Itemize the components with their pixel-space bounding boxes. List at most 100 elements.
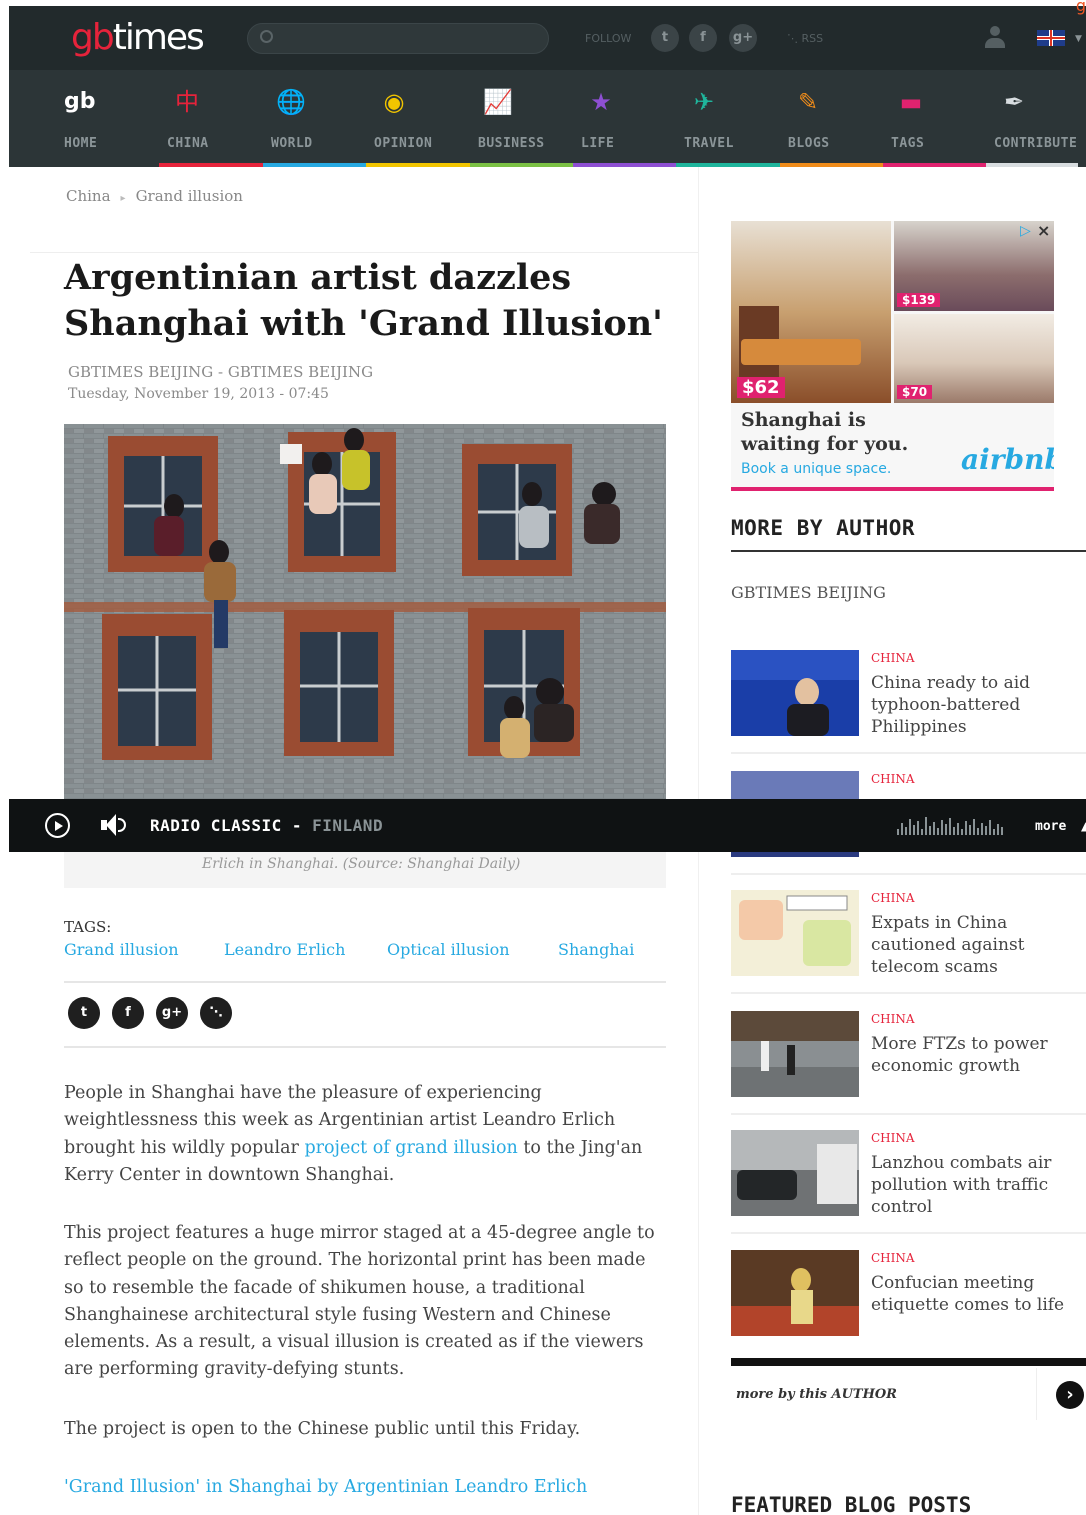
googleplus-icon[interactable]: g+ — [729, 24, 757, 52]
breadcrumb-current: Grand illusion — [135, 187, 243, 205]
station-separator: - — [281, 816, 313, 835]
radio-more-button[interactable]: more — [1035, 819, 1066, 834]
nav-label: HOME — [64, 136, 98, 151]
search-input[interactable] — [282, 28, 537, 50]
airbnb-ad[interactable]: $62 $139 $70 ▷ × Shanghai is waiting for… — [731, 221, 1054, 491]
article-paragraph: The project is open to the Chinese publi… — [64, 1419, 581, 1439]
world-icon: 🌐 — [276, 88, 306, 116]
photo-caption: Erlich in Shanghai. (Source: Shanghai Da… — [202, 856, 521, 872]
item-title[interactable]: Lanzhou combats air pollution with traff… — [871, 1152, 1076, 1218]
article-paragraph: This project features a huge mirror stag… — [64, 1223, 655, 1380]
volume-icon[interactable] — [101, 813, 131, 837]
nav-color-bar — [263, 163, 367, 167]
rss-link[interactable]: ⋱ RSS — [787, 32, 823, 45]
share-rss-icon[interactable]: ⋱ — [200, 997, 232, 1029]
item-category[interactable]: CHINA — [871, 891, 915, 905]
nav-color-bar — [676, 163, 780, 167]
chevron-down-icon[interactable]: ▼ — [1075, 34, 1082, 44]
section-heading: FEATURED BLOG POSTS — [731, 1493, 972, 1515]
list-item[interactable]: CHINA Confucian meeting etiquette comes … — [731, 1250, 1086, 1336]
blogs-icon: ✎ — [797, 88, 819, 116]
site-logo[interactable]: gbtimes — [71, 20, 205, 56]
travel-icon: ✈ — [693, 88, 715, 116]
list-item[interactable]: CHINA Expats in China cautioned against … — [731, 890, 1086, 995]
twitter-icon[interactable]: t — [651, 24, 679, 52]
author-name[interactable]: GBTIMES BEIJING — [731, 583, 886, 602]
breadcrumb-section[interactable]: China — [66, 187, 111, 205]
share-facebook-icon[interactable]: f — [112, 997, 144, 1029]
nav-color-bar — [56, 163, 160, 167]
list-item[interactable]: CHINA China ready to aid typhoon-battere… — [731, 650, 1086, 755]
item-category[interactable]: CHINA — [871, 772, 915, 786]
list-item[interactable]: CHINA Lanzhou combats air pollution with… — [731, 1130, 1086, 1235]
share-twitter-icon[interactable]: t — [68, 997, 100, 1029]
thumbnail-image — [731, 1011, 859, 1097]
article-byline[interactable]: GBTIMES BEIJING - GBTIMES BEIJING — [68, 363, 373, 381]
next-arrow-icon[interactable]: › — [1056, 1381, 1084, 1409]
item-category[interactable]: CHINA — [871, 651, 915, 665]
nav-color-bar — [573, 163, 677, 167]
list-item[interactable]: CHINA More FTZs to power economic growth — [731, 1011, 1086, 1116]
price-badge: $70 — [897, 385, 933, 399]
divider — [64, 981, 666, 983]
nav-label: WORLD — [271, 136, 313, 151]
opinion-icon: ◉ — [383, 88, 405, 116]
divider — [1036, 1368, 1037, 1420]
nav-label: BLOGS — [788, 136, 830, 151]
china-icon: 中 — [175, 88, 199, 116]
nav-label: OPINION — [374, 136, 433, 151]
play-icon[interactable] — [45, 813, 70, 838]
divider — [731, 1358, 1086, 1366]
ad-headline: Shanghai is waiting for you. — [741, 409, 909, 455]
price-badge: $139 — [897, 293, 941, 307]
item-category[interactable]: CHINA — [871, 1131, 915, 1145]
item-title[interactable]: Expats in China cautioned against teleco… — [871, 912, 1076, 978]
article-headline: Argentinian artist dazzles Shanghai with… — [64, 257, 663, 344]
equalizer-icon — [897, 816, 1009, 836]
breadcrumb: China ▸ Grand illusion — [66, 187, 243, 205]
divider — [731, 550, 1086, 552]
facebook-icon[interactable]: f — [689, 24, 717, 52]
tag-link[interactable]: Grand illusion — [64, 940, 179, 959]
illusion-photo-image — [64, 424, 666, 800]
follow-label: FOLLOW — [585, 32, 632, 45]
share-googleplus-icon[interactable]: g+ — [156, 997, 188, 1029]
uk-flag-icon[interactable] — [1037, 30, 1065, 46]
thumbnail-image — [731, 1250, 859, 1336]
nav-label: CHINA — [167, 136, 209, 151]
divider — [30, 252, 698, 253]
related-article-link[interactable]: 'Grand Illusion' in Shanghai by Argentin… — [64, 1477, 587, 1497]
inline-link[interactable]: project of grand illusion — [304, 1138, 517, 1158]
tag-link[interactable]: Optical illusion — [387, 940, 510, 959]
nav-color-bar — [780, 163, 884, 167]
station-country: FINLAND — [312, 816, 384, 835]
close-icon[interactable]: × — [1037, 221, 1050, 240]
article-date: Tuesday, November 19, 2013 - 07:45 — [68, 386, 329, 402]
business-icon: 📈 — [483, 88, 513, 116]
life-icon: ★ — [590, 88, 612, 116]
thumbnail-image — [731, 1130, 859, 1216]
tag-link[interactable]: Leandro Erlich — [224, 940, 345, 959]
search-box[interactable] — [247, 23, 549, 54]
nav-color-bar — [883, 163, 987, 167]
item-title[interactable]: Confucian meeting etiquette comes to lif… — [871, 1272, 1076, 1316]
chevron-up-icon[interactable]: ▲ — [1081, 819, 1086, 833]
divider — [731, 1113, 1086, 1115]
item-title[interactable]: China ready to aid typhoon-battered Phil… — [871, 672, 1076, 738]
breadcrumb-separator-icon: ▸ — [120, 193, 126, 204]
nav-color-bar — [366, 163, 470, 167]
item-category[interactable]: CHINA — [871, 1251, 915, 1265]
adchoices-icon[interactable]: ▷ — [1020, 223, 1031, 239]
tag-link[interactable]: Shanghai — [558, 940, 634, 959]
top-bar: gbtimes FOLLOW t f g+ ⋱ RSS ▼ — [9, 6, 1086, 70]
nav-label: BUSINESS — [478, 136, 545, 151]
home-icon: gb — [64, 89, 96, 114]
user-icon[interactable] — [983, 24, 1007, 50]
divider — [731, 1232, 1086, 1234]
item-category[interactable]: CHINA — [871, 1012, 915, 1026]
article-photo[interactable] — [64, 424, 666, 800]
thumbnail-image — [731, 890, 859, 976]
more-by-author-link[interactable]: more by this AUTHOR — [736, 1387, 897, 1402]
item-title[interactable]: More FTZs to power economic growth — [871, 1033, 1076, 1077]
ad-photo — [731, 221, 891, 403]
